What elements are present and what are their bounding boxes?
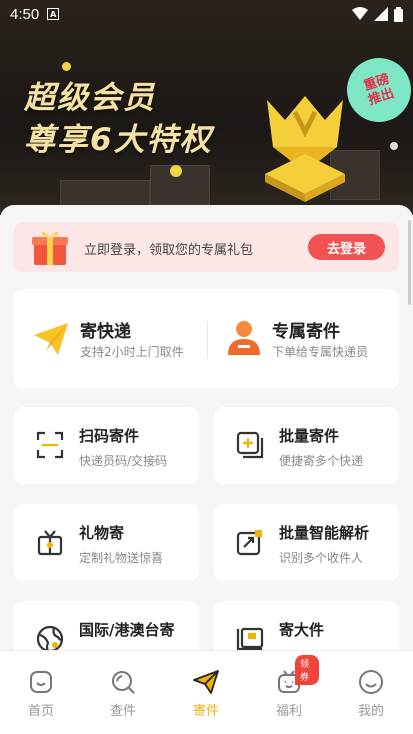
home-icon <box>30 671 52 693</box>
exclusive-send-sub: 下单给专属快递员 <box>272 345 369 359</box>
paper-plane-icon <box>34 323 68 355</box>
vip-banner[interactable]: 超级会员 尊享6大特权 重磅 推出 <box>0 0 413 215</box>
status-bar: 4:50 A <box>0 0 413 28</box>
service-scan-send[interactable]: 扫码寄件 快递员码/交接码 <box>14 407 199 484</box>
parse-icon <box>236 530 262 556</box>
send-express-entry[interactable]: 寄快递 支持2小时上门取件 <box>32 317 207 361</box>
signal-icon <box>374 7 388 21</box>
express-card: 寄快递 支持2小时上门取件 专属寄件 下单给专属快递员 <box>14 289 399 389</box>
batch-icon <box>236 431 264 459</box>
login-promo-text: 立即登录，领取您的专属礼包 <box>84 243 254 258</box>
scrollbar[interactable] <box>408 220 411 305</box>
banner-decor-dot <box>390 142 398 150</box>
service-international-send[interactable]: 国际/港澳台寄 <box>14 601 199 655</box>
exclusive-send-label: 专属寄件 <box>272 322 340 342</box>
send-express-sub: 支持2小时上门取件 <box>80 345 184 359</box>
banner-title-line2: 尊享6大特权 <box>24 122 213 158</box>
courier-person-icon <box>228 321 260 355</box>
globe-icon <box>36 625 64 653</box>
nav-home[interactable]: 首页 <box>11 669 71 719</box>
exclusive-send-entry[interactable]: 专属寄件 下单给专属快递员 <box>224 317 399 361</box>
banner-decor-dot <box>170 165 182 177</box>
login-promo-bar[interactable]: 立即登录，领取您的专属礼包 去登录 <box>14 222 399 272</box>
banner-decor-dot <box>62 62 71 71</box>
search-icon <box>112 671 135 694</box>
banner-title-line1: 超级会员 <box>24 80 156 116</box>
nav-track[interactable]: 查件 <box>93 669 153 719</box>
send-plane-icon <box>193 670 219 694</box>
login-button[interactable]: 去登录 <box>308 234 385 260</box>
battery-icon <box>394 6 403 22</box>
gift-icon <box>32 231 68 265</box>
service-large-send[interactable]: 寄大件 <box>214 601 399 655</box>
profile-icon <box>359 670 383 694</box>
send-express-label: 寄快递 <box>80 322 131 342</box>
coupon-badge: 领券 <box>295 655 319 685</box>
gift-box-icon <box>37 530 63 556</box>
status-time: 4:50 <box>10 5 40 23</box>
nav-profile[interactable]: 我的 <box>341 669 401 719</box>
service-batch-send[interactable]: 批量寄件 便捷寄多个快递 <box>214 407 399 484</box>
notification-a-icon: A <box>47 8 60 20</box>
nav-send[interactable]: 寄件 <box>176 669 236 719</box>
scan-icon <box>36 431 64 459</box>
main-content: 立即登录，领取您的专属礼包 去登录 寄快递 支持2小时上门取件 专属寄件 下单给… <box>0 205 413 655</box>
large-package-icon <box>236 627 264 651</box>
wifi-icon <box>352 7 368 20</box>
service-batch-parse[interactable]: 批量智能解析 识别多个收件人 <box>214 504 399 581</box>
crown-icon <box>265 96 345 202</box>
divider <box>207 322 208 358</box>
nav-welfare[interactable]: 领券 福利 <box>259 655 319 719</box>
bottom-nav: 首页 查件 寄件 领券 福利 我的 <box>0 650 413 734</box>
service-gift-send[interactable]: 礼物寄 定制礼物送惊喜 <box>14 504 199 581</box>
